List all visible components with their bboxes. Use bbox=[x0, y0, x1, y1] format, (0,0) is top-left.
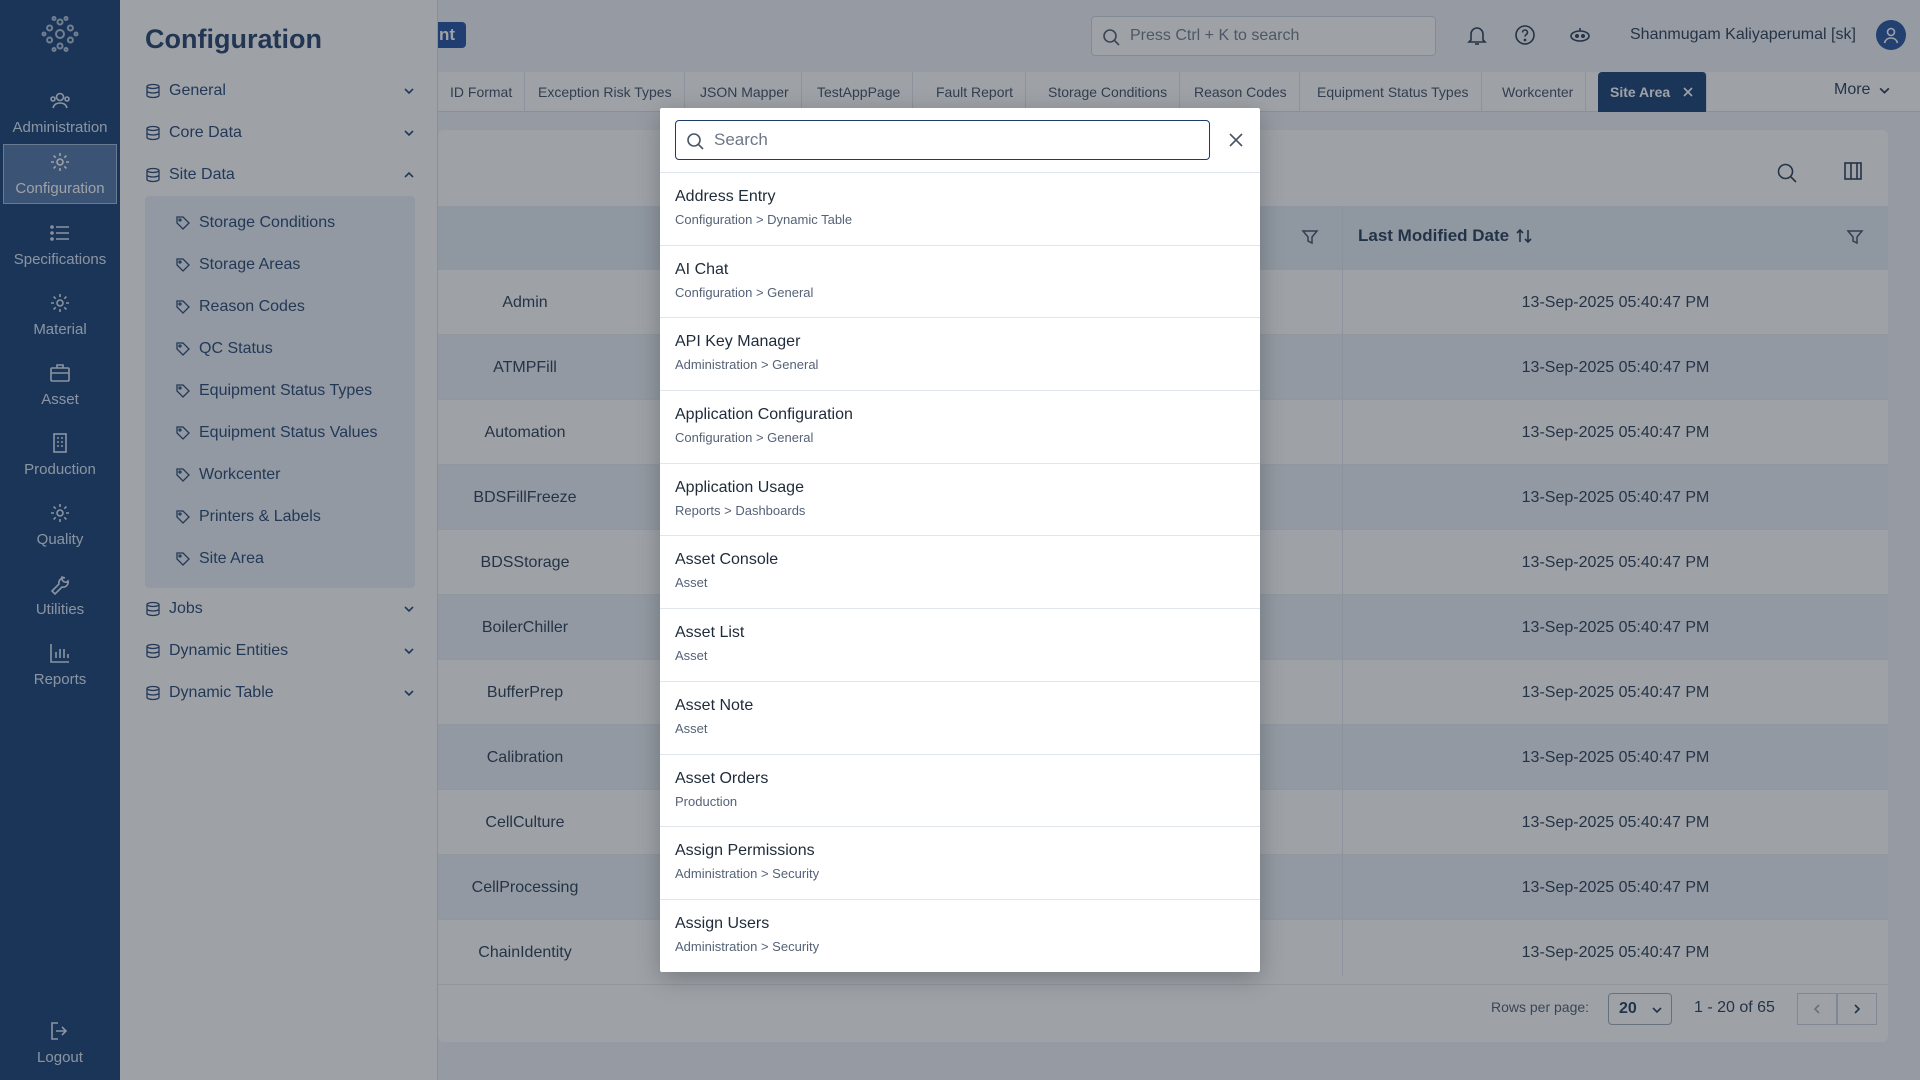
list-item[interactable]: Assign Users Administration > Security bbox=[660, 900, 1260, 972]
result-title: Address Entry bbox=[675, 188, 776, 205]
result-title: Application Configuration bbox=[675, 406, 853, 424]
result-path: Configuration > Dynamic Table bbox=[675, 212, 853, 227]
list-item[interactable]: AI Chat Configuration > General bbox=[660, 246, 1260, 319]
list-item[interactable]: Asset Orders Production bbox=[660, 755, 1260, 828]
close-icon[interactable] bbox=[1225, 129, 1247, 151]
result-title: Assign Users bbox=[675, 914, 770, 932]
result-title: Asset Orders bbox=[675, 769, 769, 787]
list-item[interactable]: Asset List Asset bbox=[660, 609, 1260, 682]
list-item[interactable]: Application Usage Reports > Dashboards bbox=[660, 464, 1260, 537]
modal-search-input[interactable] bbox=[714, 130, 1194, 150]
list-item[interactable]: Application Configuration Configuration >… bbox=[660, 391, 1260, 464]
result-title: Assign Permissions bbox=[675, 842, 815, 860]
result-path: Administration > Security bbox=[675, 866, 820, 882]
search-modal: Address Entry Configuration > Dynamic Tab… bbox=[660, 108, 1260, 972]
result-path: Production bbox=[675, 793, 738, 809]
result-path: Configuration > General bbox=[675, 430, 814, 446]
result-title: AI Chat bbox=[675, 260, 729, 278]
list-item[interactable]: Asset Note Asset bbox=[660, 682, 1260, 755]
search-results-list: Address Entry Configuration > Dynamic Tab… bbox=[660, 172, 1260, 972]
search-icon bbox=[687, 133, 704, 150]
result-path: Asset bbox=[675, 648, 708, 664]
result-title: Asset Note bbox=[675, 696, 754, 714]
result-title: Asset List bbox=[675, 624, 745, 642]
modal-search-field[interactable] bbox=[675, 120, 1210, 160]
list-item[interactable]: API Key Manager Administration > General bbox=[660, 318, 1260, 392]
result-path: Configuration > General bbox=[675, 284, 814, 300]
result-path: Administration > Security bbox=[675, 938, 820, 954]
result-path: Asset bbox=[675, 575, 708, 591]
result-path: Asset bbox=[675, 720, 708, 736]
list-item[interactable]: Asset Console Asset bbox=[660, 536, 1260, 610]
list-item[interactable]: Assign Permissions Administration > Secur… bbox=[660, 827, 1260, 900]
result-path: Reports > Dashboards bbox=[675, 502, 806, 518]
result-title: Application Usage bbox=[675, 478, 804, 496]
result-title: Asset Console bbox=[675, 551, 779, 569]
result-path: Administration > General bbox=[675, 357, 819, 373]
result-title: API Key Manager bbox=[675, 333, 801, 351]
list-item[interactable]: Address Entry Configuration > Dynamic Tab… bbox=[660, 173, 1260, 246]
